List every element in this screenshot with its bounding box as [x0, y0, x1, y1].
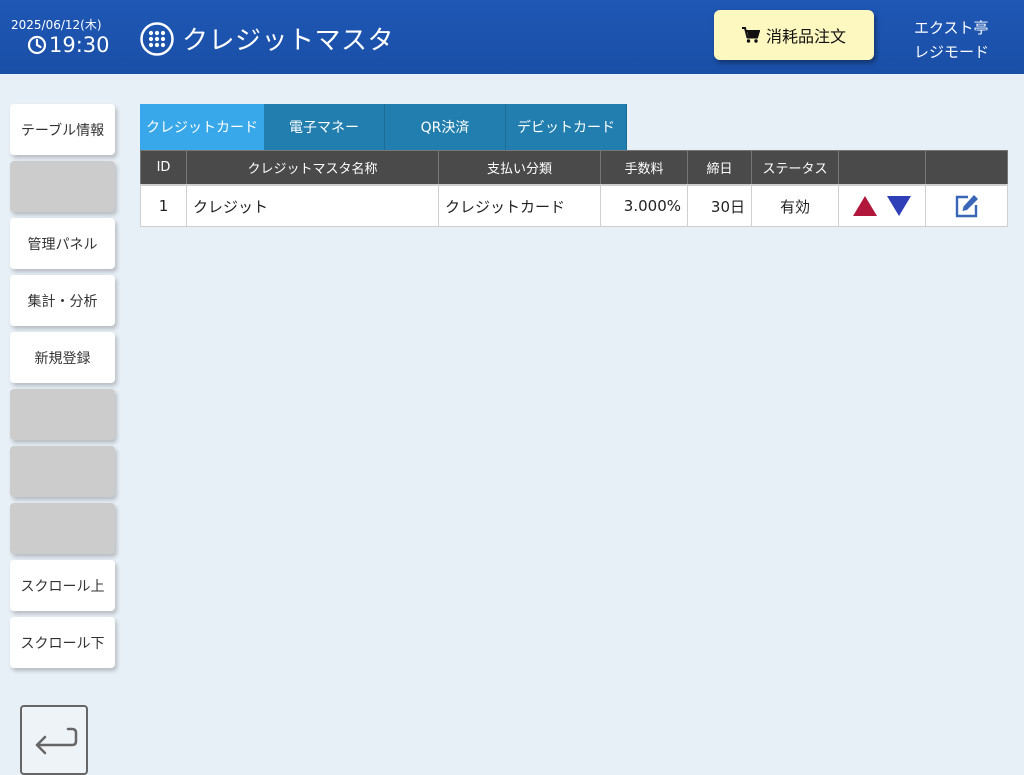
clock-icon — [27, 35, 47, 55]
edit-icon[interactable] — [954, 193, 980, 219]
column-header-closing-day: 締日 — [687, 150, 752, 186]
column-header-name: クレジットマスタ名称 — [186, 150, 439, 186]
current-time: 19:30 — [49, 33, 110, 57]
cell-fee: 3.000% — [600, 184, 688, 227]
cell-order-controls — [838, 184, 926, 227]
header-bar: 2025/06/12(木) 19:30 クレジットマスタ 消耗品注文 エクスト亭… — [0, 0, 1024, 74]
scroll-up-button[interactable]: スクロール上 — [10, 560, 115, 611]
column-header-edit — [925, 150, 1008, 186]
tab-e-money[interactable]: 電子マネー — [264, 104, 385, 150]
column-header-order — [838, 150, 926, 186]
back-arrow-icon — [35, 727, 78, 755]
scroll-down-button[interactable]: スクロール下 — [10, 617, 115, 668]
column-header-fee: 手数料 — [600, 150, 688, 186]
sidebar-item-admin-panel[interactable]: 管理パネル — [10, 218, 115, 269]
supply-order-label: 消耗品注文 — [765, 27, 846, 46]
grid-menu-icon[interactable] — [140, 21, 174, 56]
cart-icon — [741, 27, 760, 43]
tab-qr-payment[interactable]: QR決済 — [385, 104, 506, 150]
page-title-area: クレジットマスタ — [140, 20, 394, 57]
table-row[interactable]: 1 クレジット クレジットカード 3.000% 30日 有効 — [140, 184, 1008, 227]
back-button[interactable] — [20, 705, 88, 775]
payment-type-tabs: クレジットカード 電子マネー QR決済 デビットカード — [140, 104, 627, 150]
shop-info: エクスト亭 レジモード — [914, 16, 989, 64]
page-title: クレジットマスタ — [182, 26, 395, 56]
cell-id: 1 — [140, 184, 187, 227]
credit-master-table: ID クレジットマスタ名称 支払い分類 手数料 締日 ステータス 1 クレジット… — [140, 150, 1008, 227]
cell-closing-day: 30日 — [687, 184, 752, 227]
table-header-row: ID クレジットマスタ名称 支払い分類 手数料 締日 ステータス — [140, 150, 1008, 186]
supply-order-button[interactable]: 消耗品注文 — [714, 10, 874, 60]
cell-status: 有効 — [751, 184, 839, 227]
current-date: 2025/06/12(木) — [11, 18, 102, 32]
tab-credit-card[interactable]: クレジットカード — [140, 104, 264, 150]
shop-name: エクスト亭 — [914, 19, 989, 37]
register-mode: レジモード — [914, 43, 990, 61]
sidebar-item-table-info[interactable]: テーブル情報 — [10, 104, 115, 155]
sidebar-item-empty — [10, 446, 115, 497]
column-header-category: 支払い分類 — [438, 150, 601, 186]
sidebar-item-analytics[interactable]: 集計・分析 — [10, 275, 115, 326]
cell-name: クレジット — [186, 184, 439, 227]
move-down-icon[interactable] — [887, 196, 911, 216]
column-header-status: ステータス — [751, 150, 839, 186]
cell-edit — [925, 184, 1008, 227]
tab-debit-card[interactable]: デビットカード — [506, 104, 627, 150]
column-header-id: ID — [140, 150, 187, 186]
sidebar-item-new-registration[interactable]: 新規登録 — [10, 332, 115, 383]
sidebar-item-empty — [10, 161, 115, 212]
current-time-display: 19:30 — [27, 33, 110, 57]
sidebar-item-empty — [10, 503, 115, 554]
sidebar-item-empty — [10, 389, 115, 440]
cell-category: クレジットカード — [438, 184, 601, 227]
move-up-icon[interactable] — [853, 196, 877, 216]
